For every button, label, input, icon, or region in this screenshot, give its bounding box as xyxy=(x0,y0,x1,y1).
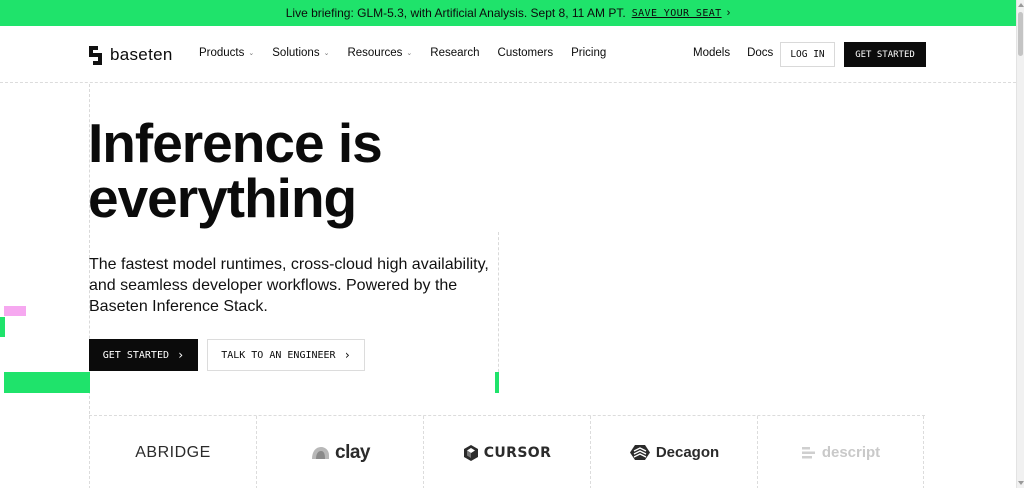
headline-line: Inference is xyxy=(88,112,383,174)
nav-item-customers[interactable]: Customers xyxy=(498,47,554,59)
banner-text: Live briefing: GLM-5.3, with Artificial … xyxy=(285,6,626,20)
headline-line: everything xyxy=(88,167,357,229)
customer-logo-group: Decagon xyxy=(629,444,719,461)
button-label: TALK TO AN ENGINEER xyxy=(221,349,336,361)
login-button[interactable]: LOG IN xyxy=(780,42,835,67)
nav-item-label: Customers xyxy=(497,47,554,59)
nav-item-products[interactable]: Products ⌄ xyxy=(199,47,254,59)
customer-logo-group: CURSOR xyxy=(463,444,552,462)
talk-to-engineer-button[interactable]: TALK TO AN ENGINEER › xyxy=(207,339,365,371)
chevron-right-icon: › xyxy=(343,348,351,362)
customer-name: clay xyxy=(335,441,370,463)
chevron-down-icon: ⌄ xyxy=(323,50,330,57)
customer-logo-group: descript xyxy=(801,444,880,461)
scroll-up-arrow-icon[interactable] xyxy=(1018,3,1024,7)
brand-name: baseten xyxy=(110,45,173,64)
top-navigation: baseten Products ⌄ Solutions ⌄ Resources… xyxy=(0,26,1016,83)
chevron-down-icon: ⌄ xyxy=(248,50,255,57)
nav-item-docs[interactable]: Docs xyxy=(747,47,773,59)
customer-logo-abridge: ABRIDGE xyxy=(89,416,256,488)
customer-logo-group: clay xyxy=(310,442,370,464)
nav-item-models[interactable]: Models xyxy=(693,47,730,59)
button-label: GET STARTED xyxy=(102,349,169,361)
nav-item-research[interactable]: Research xyxy=(430,47,479,59)
customer-name: ABRIDGE xyxy=(135,443,211,461)
nav-item-solutions[interactable]: Solutions ⌄ xyxy=(272,47,329,59)
clay-logo-icon xyxy=(312,447,329,459)
nav-item-label: Resources xyxy=(347,47,403,59)
customer-name: descript xyxy=(821,444,881,461)
descript-logo-icon xyxy=(801,446,815,458)
scroll-down-arrow-icon[interactable] xyxy=(1018,481,1024,485)
hero-get-started-button[interactable]: GET STARTED › xyxy=(89,339,198,371)
baseten-logo-icon xyxy=(89,45,104,65)
customer-logo-descript: descript xyxy=(757,416,924,488)
save-your-seat-link[interactable]: SAVE YOUR SEAT xyxy=(632,8,722,19)
customer-name: Decagon xyxy=(655,444,720,461)
nav-item-label: Products xyxy=(199,47,245,59)
nav-item-pricing[interactable]: Pricing xyxy=(571,47,606,59)
hero-headline: Inference is everything xyxy=(88,112,383,229)
nav-item-label: Pricing xyxy=(571,47,607,59)
chevron-down-icon: ⌄ xyxy=(406,50,413,57)
nav-get-started-button[interactable]: GET STARTED xyxy=(844,42,926,67)
customer-logo-decagon: Decagon xyxy=(590,416,757,488)
decorative-green-block xyxy=(495,372,499,393)
brand-logo-link[interactable]: baseten xyxy=(89,45,173,65)
page-scrollbar[interactable] xyxy=(1016,0,1024,488)
chevron-right-icon: › xyxy=(726,7,731,19)
chevron-right-icon: › xyxy=(177,348,185,362)
nav-item-label: Solutions xyxy=(272,47,320,59)
decagon-logo-icon xyxy=(629,445,650,460)
decorative-green-block xyxy=(4,372,90,393)
nav-item-resources[interactable]: Resources ⌄ xyxy=(347,47,412,59)
hero-subtext: The fastest model runtimes, cross-cloud … xyxy=(89,256,489,315)
main-menu: Products ⌄ Solutions ⌄ Resources ⌄ Resea… xyxy=(199,47,624,59)
customer-name: CURSOR xyxy=(483,444,552,461)
customer-logo-clay: clay xyxy=(256,416,423,488)
customer-logo-cursor: CURSOR xyxy=(423,416,590,488)
scrollbar-thumb[interactable] xyxy=(1018,12,1023,56)
decorative-green-block xyxy=(0,317,5,337)
nav-item-label: Research xyxy=(430,47,480,59)
announcement-banner: Live briefing: GLM-5.3, with Artificial … xyxy=(0,0,1016,26)
decorative-pink-block xyxy=(4,306,26,316)
customer-logos-row: ABRIDGE clay CURSOR Decagon descript xyxy=(89,415,925,488)
secondary-menu: Models Docs xyxy=(693,47,790,59)
cursor-logo-icon xyxy=(463,444,478,461)
